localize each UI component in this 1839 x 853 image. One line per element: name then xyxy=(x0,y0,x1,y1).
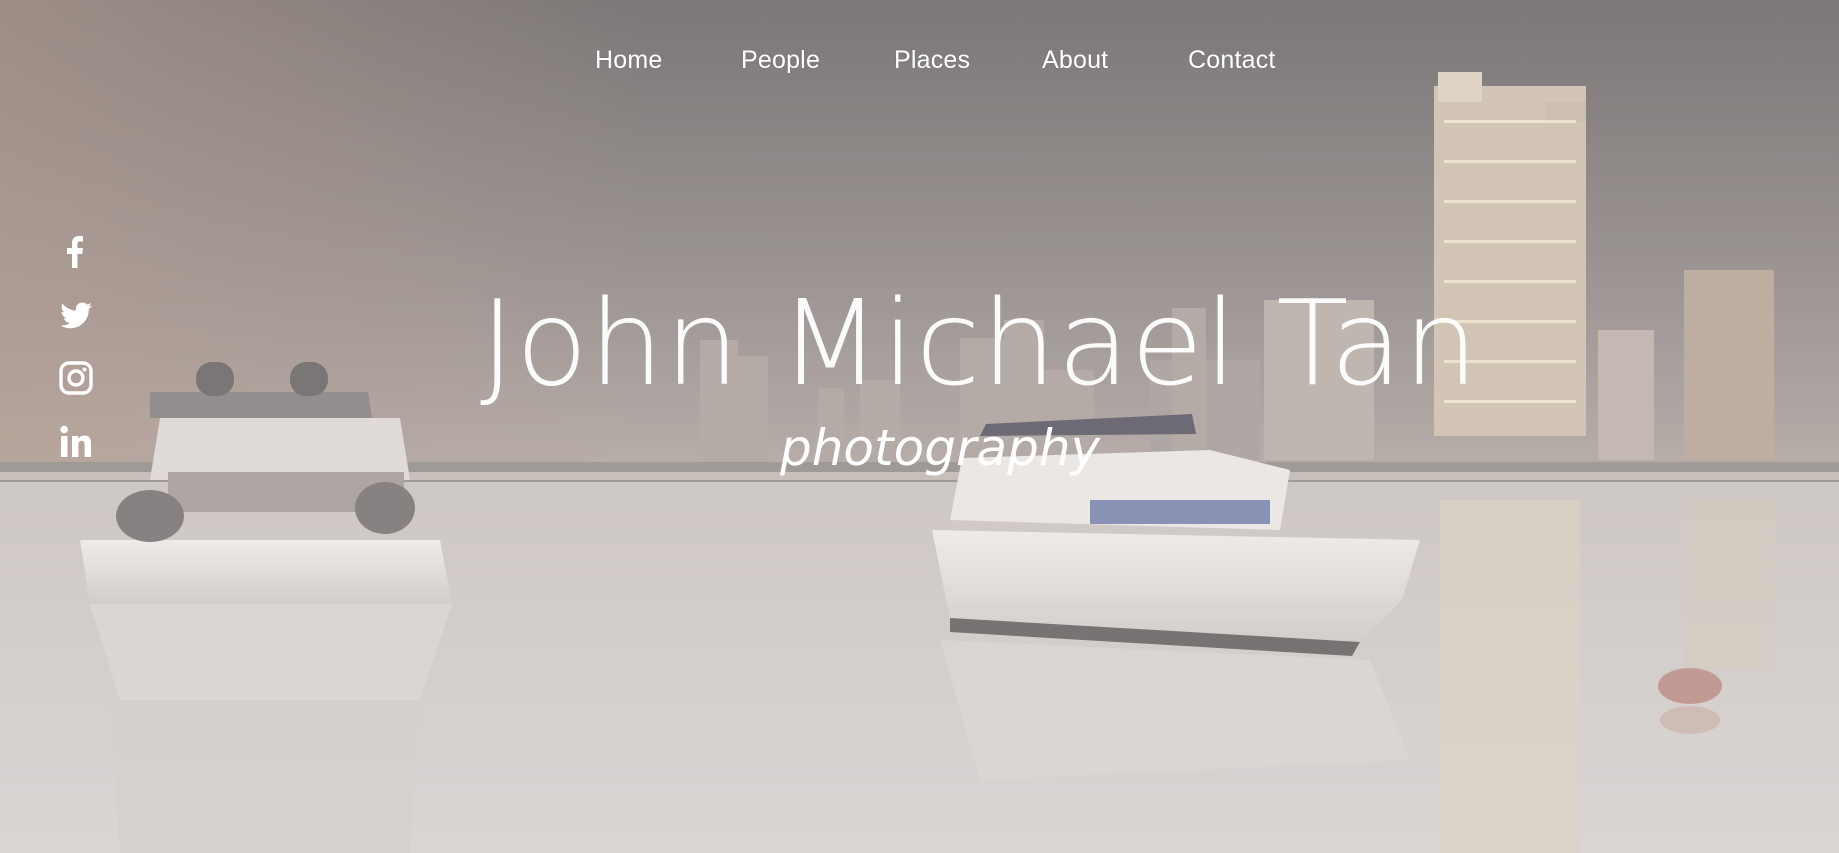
hero-title: John Michael Tan xyxy=(480,274,1480,412)
nav-home-link[interactable]: Home xyxy=(595,46,663,75)
instagram-icon[interactable] xyxy=(56,358,96,398)
main-navigation: Home People Places About Contact xyxy=(0,46,1839,80)
nav-people-link[interactable]: People xyxy=(741,46,820,75)
hero-banner: Home People Places About Contact John Mi… xyxy=(0,0,1839,853)
hero-subtitle: photography xyxy=(780,419,1101,477)
nav-about-link[interactable]: About xyxy=(1042,46,1108,75)
nav-places-link[interactable]: Places xyxy=(894,46,970,75)
linkedin-icon[interactable] xyxy=(56,422,96,462)
facebook-icon[interactable] xyxy=(56,232,96,272)
nav-contact-link[interactable]: Contact xyxy=(1188,46,1276,75)
twitter-icon[interactable] xyxy=(56,296,96,336)
